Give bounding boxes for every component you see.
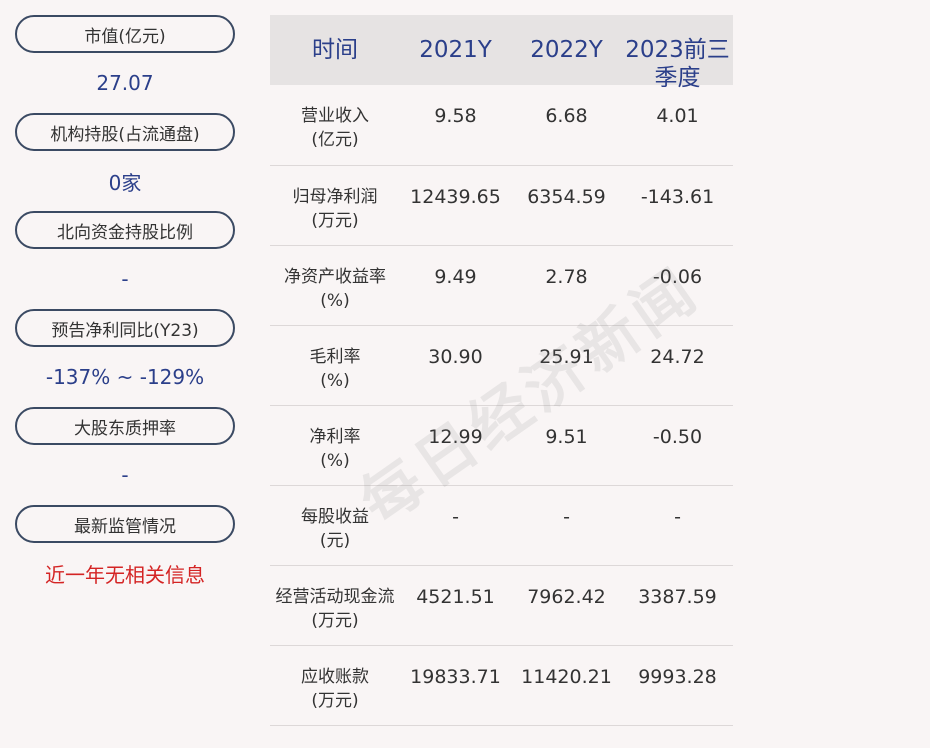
table-header: 时间 2021Y 2022Y 2023前三季度: [270, 15, 733, 91]
row-value: -143.61: [640, 186, 715, 208]
table-row: 营业收入 (亿元) 9.58 6.68 4.01: [270, 85, 733, 166]
row-label: 归母净利润 (万元): [292, 187, 378, 231]
northbound-ratio-value: -: [121, 267, 129, 291]
row-value: 7962.42: [527, 586, 606, 608]
table-row: 净利率 (%) 12.99 9.51 -0.50: [270, 406, 733, 486]
table-row: 每股收益 (元) - - -: [270, 486, 733, 566]
regulatory-label: 最新监管情况: [15, 505, 235, 543]
row-value: 9.58: [434, 105, 477, 127]
row-value: 6354.59: [527, 186, 606, 208]
row-value: 19833.71: [410, 666, 501, 688]
row-value: 24.72: [650, 346, 705, 368]
row-value: 9993.28: [638, 666, 717, 688]
row-value: 4.01: [656, 105, 699, 127]
metrics-panel: 市值(亿元) 27.07 机构持股(占流通盘) 0家 北向资金持股比例 - 预告…: [15, 15, 235, 603]
table-row: 归母净利润 (万元) 12439.65 6354.59 -143.61: [270, 166, 733, 246]
row-label: 营业收入 (亿元): [301, 106, 369, 150]
row-value: 11420.21: [521, 666, 612, 688]
row-value: 25.91: [539, 346, 594, 368]
header-2023q3: 2023前三季度: [625, 37, 730, 91]
northbound-ratio-label: 北向资金持股比例: [15, 211, 235, 249]
row-value: 6.68: [545, 105, 588, 127]
profit-forecast-label: 预告净利同比(Y23): [15, 309, 235, 347]
profit-forecast-value: -137% ~ -129%: [45, 365, 205, 389]
row-label: 净资产收益率 (%): [284, 267, 386, 311]
row-label: 每股收益 (元): [301, 507, 369, 551]
header-time: 时间: [312, 37, 358, 63]
row-value: -: [674, 506, 681, 528]
institution-holding-label: 机构持股(占流通盘): [15, 113, 235, 151]
row-value: 30.90: [428, 346, 483, 368]
row-value: 12.99: [428, 426, 483, 448]
row-label: 毛利率 (%): [309, 347, 361, 391]
row-label: 应收账款 (万元): [301, 667, 369, 711]
table-row: 毛利率 (%) 30.90 25.91 24.72: [270, 326, 733, 406]
financial-table: 时间 2021Y 2022Y 2023前三季度 营业收入 (亿元) 9.58 6.…: [270, 15, 733, 726]
row-value: 2.78: [545, 266, 588, 288]
row-value: 4521.51: [416, 586, 495, 608]
market-cap-label: 市值(亿元): [15, 15, 235, 53]
pledge-ratio-label: 大股东质押率: [15, 407, 235, 445]
row-label: 经营活动现金流 (万元): [275, 587, 395, 631]
market-cap-value: 27.07: [96, 71, 154, 95]
row-value: 9.51: [545, 426, 588, 448]
pledge-ratio-value: -: [121, 463, 129, 487]
row-value: 3387.59: [638, 586, 717, 608]
institution-holding-value: 0家: [108, 170, 142, 195]
row-value: -0.50: [652, 426, 703, 448]
row-value: 9.49: [434, 266, 477, 288]
row-value: -: [563, 506, 570, 528]
row-value: -0.06: [652, 266, 703, 288]
row-value: 12439.65: [410, 186, 501, 208]
table-row: 经营活动现金流 (万元) 4521.51 7962.42 3387.59: [270, 566, 733, 646]
table-row: 应收账款 (万元) 19833.71 11420.21 9993.28: [270, 646, 733, 726]
regulatory-value: 近一年无相关信息: [45, 562, 205, 587]
header-2022: 2022Y: [530, 37, 603, 63]
row-value: -: [452, 506, 459, 528]
table-row: 净资产收益率 (%) 9.49 2.78 -0.06: [270, 246, 733, 326]
row-label: 净利率 (%): [309, 427, 361, 471]
header-2021: 2021Y: [419, 37, 492, 63]
